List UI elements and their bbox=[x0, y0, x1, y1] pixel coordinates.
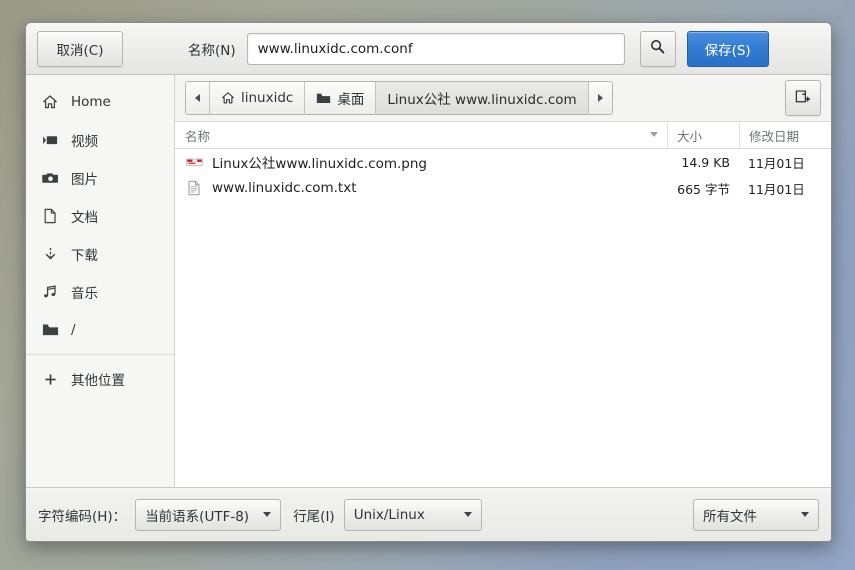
table-row[interactable]: Linux公社www.linuxidc.com.png 14.9 KB 11月0… bbox=[175, 149, 831, 175]
breadcrumb-back-button[interactable] bbox=[186, 82, 210, 114]
download-icon bbox=[40, 245, 60, 263]
breadcrumb-item-desktop[interactable]: 桌面 bbox=[305, 82, 377, 114]
chevron-down-icon bbox=[791, 510, 809, 520]
new-folder-icon bbox=[795, 89, 812, 108]
column-header-name[interactable]: 名称 bbox=[175, 126, 667, 145]
dialog-header-bar: 取消(C) 名称(N) www.linuxidc.com.conf 保存(S) bbox=[26, 23, 831, 75]
file-size-cell: 665 字节 bbox=[677, 181, 730, 197]
file-date-cell: 11月01日 bbox=[748, 181, 805, 197]
plus-icon bbox=[40, 370, 60, 388]
sidebar-item-label: 视频 bbox=[71, 134, 98, 150]
path-bar-row: linuxidc 桌面 Linux公社 www.linuxidc.com bbox=[175, 75, 831, 122]
line-ending-dropdown-value: Unix/Linux bbox=[353, 506, 425, 523]
breadcrumb-forward-button[interactable] bbox=[588, 82, 612, 114]
video-icon bbox=[40, 131, 60, 149]
text-file-icon bbox=[185, 179, 203, 197]
chevron-left-icon bbox=[195, 94, 200, 102]
chevron-down-icon bbox=[650, 130, 658, 140]
folder-icon bbox=[316, 92, 331, 105]
sidebar-item-label: 下载 bbox=[71, 248, 98, 264]
dialog-footer: 字符编码(H)： 当前语系(UTF-8) 行尾(I) Unix/Linux 所有… bbox=[26, 487, 831, 541]
sidebar-item-label: / bbox=[71, 322, 76, 338]
sidebar-item-filesystem-root[interactable]: / bbox=[26, 311, 174, 349]
file-name-input-value: www.linuxidc.com.conf bbox=[257, 40, 413, 57]
document-icon bbox=[40, 207, 60, 225]
camera-icon bbox=[40, 169, 60, 187]
breadcrumb-item-label: 桌面 bbox=[337, 92, 365, 108]
encoding-dropdown-value: 当前语系(UTF-8) bbox=[145, 508, 250, 525]
file-list-column-headers: 名称 大小 修改日期 bbox=[175, 122, 831, 149]
places-sidebar: Home 视频 图片 文档 下载 音乐 / 其他位置 bbox=[26, 75, 175, 487]
dialog-body: Home 视频 图片 文档 下载 音乐 / 其他位置 linuxidc 桌面 L… bbox=[26, 75, 831, 487]
chevron-down-icon bbox=[253, 510, 272, 520]
file-filter-dropdown[interactable]: 所有文件 bbox=[693, 498, 819, 531]
chevron-down-icon bbox=[454, 510, 472, 520]
search-icon bbox=[650, 39, 665, 58]
home-icon bbox=[221, 91, 235, 105]
sidebar-item-home[interactable]: Home bbox=[26, 83, 174, 121]
file-name-text: www.linuxidc.com.txt bbox=[212, 180, 357, 196]
breadcrumb-item-current-folder[interactable]: Linux公社 www.linuxidc.com bbox=[376, 82, 589, 114]
sidebar-item-other-locations[interactable]: 其他位置 bbox=[26, 360, 174, 398]
file-list[interactable]: Linux公社www.linuxidc.com.png 14.9 KB 11月0… bbox=[175, 149, 831, 487]
column-header-name-label: 名称 bbox=[185, 128, 211, 144]
breadcrumb-item-label: Linux公社 www.linuxidc.com bbox=[387, 92, 577, 108]
home-icon bbox=[40, 93, 60, 111]
sidebar-item-music[interactable]: 音乐 bbox=[26, 273, 174, 311]
sidebar-item-label: 图片 bbox=[71, 172, 98, 188]
eol-label: 行尾(I) bbox=[293, 508, 335, 525]
breadcrumb: linuxidc 桌面 Linux公社 www.linuxidc.com bbox=[185, 81, 613, 115]
column-header-size[interactable]: 大小 bbox=[667, 122, 739, 148]
breadcrumb-item-linuxidc[interactable]: linuxidc bbox=[210, 82, 306, 114]
create-folder-button[interactable] bbox=[785, 80, 821, 116]
chevron-right-icon bbox=[597, 94, 603, 102]
column-header-date-label: 修改日期 bbox=[749, 128, 800, 144]
image-thumbnail-icon bbox=[185, 153, 203, 171]
file-name-text: Linux公社www.linuxidc.com.png bbox=[212, 156, 428, 172]
sidebar-item-videos[interactable]: 视频 bbox=[26, 121, 174, 159]
sidebar-item-documents[interactable]: 文档 bbox=[26, 197, 174, 235]
sidebar-item-label: 音乐 bbox=[71, 286, 98, 302]
column-header-date[interactable]: 修改日期 bbox=[739, 122, 831, 148]
encoding-dropdown[interactable]: 当前语系(UTF-8) bbox=[135, 498, 282, 531]
breadcrumb-item-label: linuxidc bbox=[241, 90, 294, 106]
folder-icon bbox=[40, 321, 60, 339]
file-filter-dropdown-value: 所有文件 bbox=[703, 508, 757, 525]
save-file-dialog: 取消(C) 名称(N) www.linuxidc.com.conf 保存(S) bbox=[25, 22, 832, 542]
sidebar-separator bbox=[26, 354, 174, 355]
file-date-cell: 11月01日 bbox=[748, 155, 805, 171]
line-ending-dropdown[interactable]: Unix/Linux bbox=[343, 498, 482, 531]
sidebar-item-label: Home bbox=[71, 94, 111, 110]
file-name-cell: Linux公社www.linuxidc.com.png bbox=[175, 152, 667, 172]
file-size-cell: 14.9 KB bbox=[681, 154, 730, 170]
file-browser-pane: linuxidc 桌面 Linux公社 www.linuxidc.com 名称 … bbox=[175, 75, 831, 487]
file-name-cell: www.linuxidc.com.txt bbox=[175, 179, 667, 197]
file-name-input[interactable]: www.linuxidc.com.conf bbox=[246, 32, 625, 65]
encoding-label: 字符编码(H)： bbox=[38, 508, 127, 525]
search-button[interactable] bbox=[639, 30, 676, 67]
save-button-label: 保存(S) bbox=[704, 42, 751, 59]
sidebar-item-downloads[interactable]: 下载 bbox=[26, 235, 174, 273]
sidebar-item-label: 文档 bbox=[71, 210, 98, 226]
save-button[interactable]: 保存(S) bbox=[686, 30, 769, 67]
cancel-button[interactable]: 取消(C) bbox=[37, 30, 123, 67]
sidebar-item-label: 其他位置 bbox=[71, 373, 125, 389]
file-name-label: 名称(N) bbox=[188, 42, 236, 59]
sidebar-item-pictures[interactable]: 图片 bbox=[26, 159, 174, 197]
table-row[interactable]: www.linuxidc.com.txt 665 字节 11月01日 bbox=[175, 175, 831, 201]
cancel-button-label: 取消(C) bbox=[56, 42, 104, 59]
column-header-size-label: 大小 bbox=[677, 128, 703, 144]
music-icon bbox=[40, 283, 60, 301]
